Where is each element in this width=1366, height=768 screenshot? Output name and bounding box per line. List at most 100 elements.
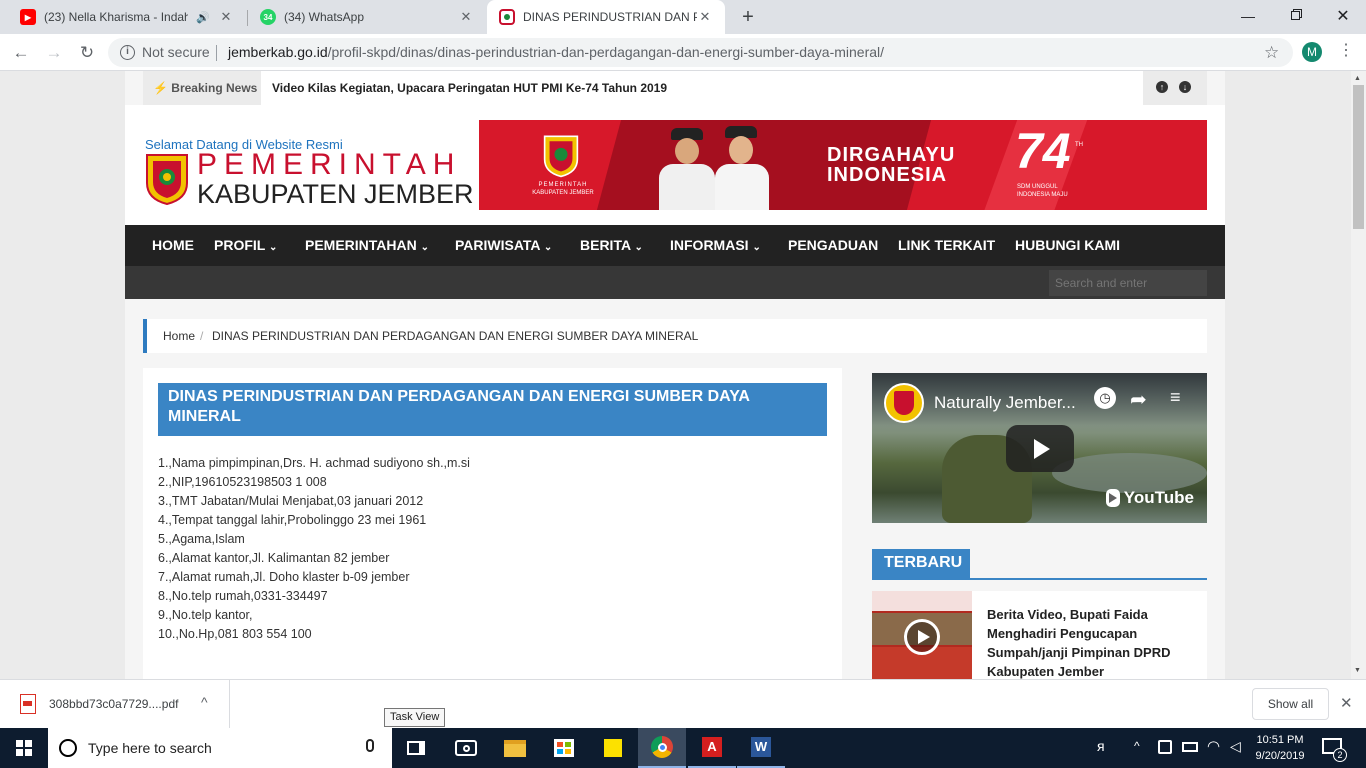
nav-home[interactable]: HOME [152, 225, 194, 266]
news-title[interactable]: Berita Video, Bupati Faida Menghadiri Pe… [987, 605, 1197, 679]
security-label: Not secure [142, 44, 210, 60]
download-item[interactable]: 308bbd73c0a7729....pdf ^ [0, 680, 230, 728]
content-card: DINAS PERINDUSTRIAN DAN PERDAGANGAN DAN … [143, 368, 842, 679]
address-bar[interactable]: i Not secure jemberkab.go.id/profil-skpd… [108, 38, 1293, 67]
show-hidden-icons[interactable]: ^ [1134, 739, 1140, 753]
nav-label: PROFIL [214, 237, 266, 253]
store-icon[interactable] [540, 728, 588, 768]
watch-later-icon[interactable]: ◷ [1094, 387, 1116, 409]
sticky-notes-icon[interactable] [589, 728, 637, 768]
windows-start-button[interactable] [0, 728, 48, 768]
chevron-up-icon[interactable]: ^ [201, 694, 208, 710]
windows-taskbar: Type here to search A W ᴙ ^ ◠ ◁ 10:51 PM… [0, 728, 1366, 768]
banner-th: TH [1075, 142, 1083, 148]
chevron-down-icon: ⌄ [420, 242, 430, 253]
breadcrumb-home[interactable]: Home [163, 319, 195, 353]
acrobat-taskbar-icon[interactable]: A [688, 728, 736, 768]
task-view-button[interactable] [392, 728, 440, 768]
speaker-icon[interactable]: 🔊 [196, 11, 210, 24]
nav-hubungi-kami[interactable]: HUBUNGI KAMI [1015, 225, 1120, 266]
scroll-down-icon[interactable]: ▼ [1354, 667, 1361, 674]
site-name-line2[interactable]: KABUPATEN JEMBER [197, 179, 474, 209]
play-button[interactable] [1006, 425, 1074, 472]
news-item[interactable]: Berita Video, Bupati Faida Menghadiri Pe… [872, 591, 1207, 679]
nav-pariwisata[interactable]: PARIWISATA ⌄ [455, 225, 552, 266]
close-download-bar-icon[interactable]: ✕ [1340, 694, 1353, 712]
url-text[interactable]: jemberkab.go.id/profil-skpd/dinas/dinas-… [228, 38, 884, 67]
minimize-button[interactable]: — [1238, 8, 1258, 24]
tab-title: DINAS PERINDUSTRIAN DAN PER [523, 10, 697, 24]
close-tab-icon[interactable]: ✕ [697, 9, 713, 25]
nav-label: PENGADUAN [788, 237, 879, 253]
close-tab-icon[interactable]: ✕ [458, 9, 474, 25]
whatsapp-icon: 34 [260, 9, 276, 25]
news-thumbnail[interactable] [872, 591, 972, 679]
tab-whatsapp[interactable]: 34 (34) WhatsApp ✕ [248, 0, 486, 34]
bookmark-star-icon[interactable]: ☆ [1264, 38, 1279, 67]
close-tab-icon[interactable]: ✕ [218, 9, 234, 25]
close-window-button[interactable]: ✕ [1333, 6, 1353, 26]
nav-label: HOME [152, 237, 194, 253]
file-explorer-icon[interactable] [491, 728, 539, 768]
address-divider [216, 45, 217, 61]
chevron-down-icon: ⌄ [752, 242, 761, 253]
banner-number: 74 [1015, 123, 1071, 179]
microphone-icon[interactable] [366, 739, 374, 752]
site-wrapper: ⚡ Breaking News Video Kilas Kegiatan, Up… [125, 71, 1225, 679]
nav-pemerintahan[interactable]: PEMERINTAHAN ⌄ [305, 225, 429, 266]
people-icon[interactable]: ᴙ [1097, 738, 1105, 754]
section-title: TERBARU [872, 549, 970, 580]
info-icon[interactable]: i [120, 45, 135, 60]
banner-small-text-1: PEMERINTAH [538, 182, 588, 188]
lightning-icon: ⚡ [153, 81, 168, 95]
forward-button[interactable]: → [43, 42, 65, 64]
nav-link-terkait[interactable]: LINK TERKAIT [898, 225, 995, 266]
youtube-icon: ▶ [20, 9, 36, 25]
url-path: /profil-skpd/dinas/dinas-perindustrian-d… [327, 44, 885, 60]
tab-dinas[interactable]: DINAS PERINDUSTRIAN DAN PER ✕ [487, 0, 725, 34]
nav-label: HUBUNGI KAMI [1015, 237, 1120, 253]
arrow-up-icon[interactable]: ↑ [1156, 81, 1168, 93]
camera-app-icon[interactable] [442, 728, 490, 768]
nav-profil[interactable]: PROFIL ⌄ [214, 225, 277, 266]
menu-icon[interactable]: ⋮ [1336, 43, 1356, 59]
breaking-news-headline[interactable]: Video Kilas Kegiatan, Upacara Peringatan… [272, 71, 667, 105]
dirgahayu-banner[interactable]: PEMERINTAH KABUPATEN JEMBER DIRGAHAYU IN… [479, 120, 1207, 210]
battery-icon[interactable] [1182, 742, 1198, 752]
profile-avatar[interactable]: M [1302, 42, 1322, 62]
scrollbar-thumb[interactable] [1353, 85, 1364, 229]
chrome-taskbar-icon[interactable] [638, 728, 686, 768]
search-input[interactable] [1049, 270, 1207, 296]
nav-informasi[interactable]: INFORMASI ⌄ [670, 225, 761, 266]
word-taskbar-icon[interactable]: W [737, 728, 785, 768]
volume-icon[interactable]: ◁ [1230, 738, 1241, 755]
nav-berita[interactable]: BERITA ⌄ [580, 225, 643, 266]
show-all-button[interactable]: Show all [1252, 688, 1329, 720]
wifi-icon[interactable]: ◠ [1207, 737, 1220, 755]
tab-youtube[interactable]: ▶ (23) Nella Kharisma - Indah P 🔊 ✕ [8, 0, 246, 34]
youtube-embed[interactable]: Naturally Jember... ◷ ➦ ≡ YouTube [872, 373, 1207, 523]
video-title[interactable]: Naturally Jember... [934, 393, 1076, 413]
site-name-line1[interactable]: PEMERINTAH [197, 149, 461, 181]
taskbar-search-box[interactable]: Type here to search [48, 728, 392, 768]
scroll-up-icon[interactable]: ▲ [1354, 75, 1361, 82]
new-tab-button[interactable]: + [737, 6, 759, 28]
reload-button[interactable]: ↻ [76, 42, 98, 64]
defender-icon[interactable] [1158, 740, 1172, 754]
sub-navigation [125, 266, 1225, 299]
list-item: 10.,No.Hp,081 803 554 100 [158, 627, 312, 641]
jember-crest-logo[interactable] [145, 153, 189, 206]
arrow-down-icon[interactable]: ↓ [1179, 81, 1191, 93]
restore-button[interactable] [1287, 7, 1307, 21]
list-item: 7.,Alamat rumah,Jl. Doho klaster b-09 je… [158, 570, 410, 584]
playlist-icon[interactable]: ≡ [1170, 387, 1181, 408]
youtube-logo[interactable]: YouTube [1106, 487, 1194, 509]
breadcrumb-current: DINAS PERINDUSTRIAN DAN PERDAGANGAN DAN … [212, 329, 699, 343]
system-clock[interactable]: 10:51 PM 9/20/2019 [1252, 732, 1308, 764]
channel-avatar[interactable] [884, 383, 924, 423]
nav-pengaduan[interactable]: PENGADUAN [788, 225, 878, 266]
back-button[interactable]: ← [10, 42, 32, 64]
ticker-controls: ↑ ↓ [1143, 71, 1207, 105]
share-icon[interactable]: ➦ [1130, 387, 1147, 412]
banner-tagline-1: SDM UNGGUL [1017, 184, 1058, 190]
